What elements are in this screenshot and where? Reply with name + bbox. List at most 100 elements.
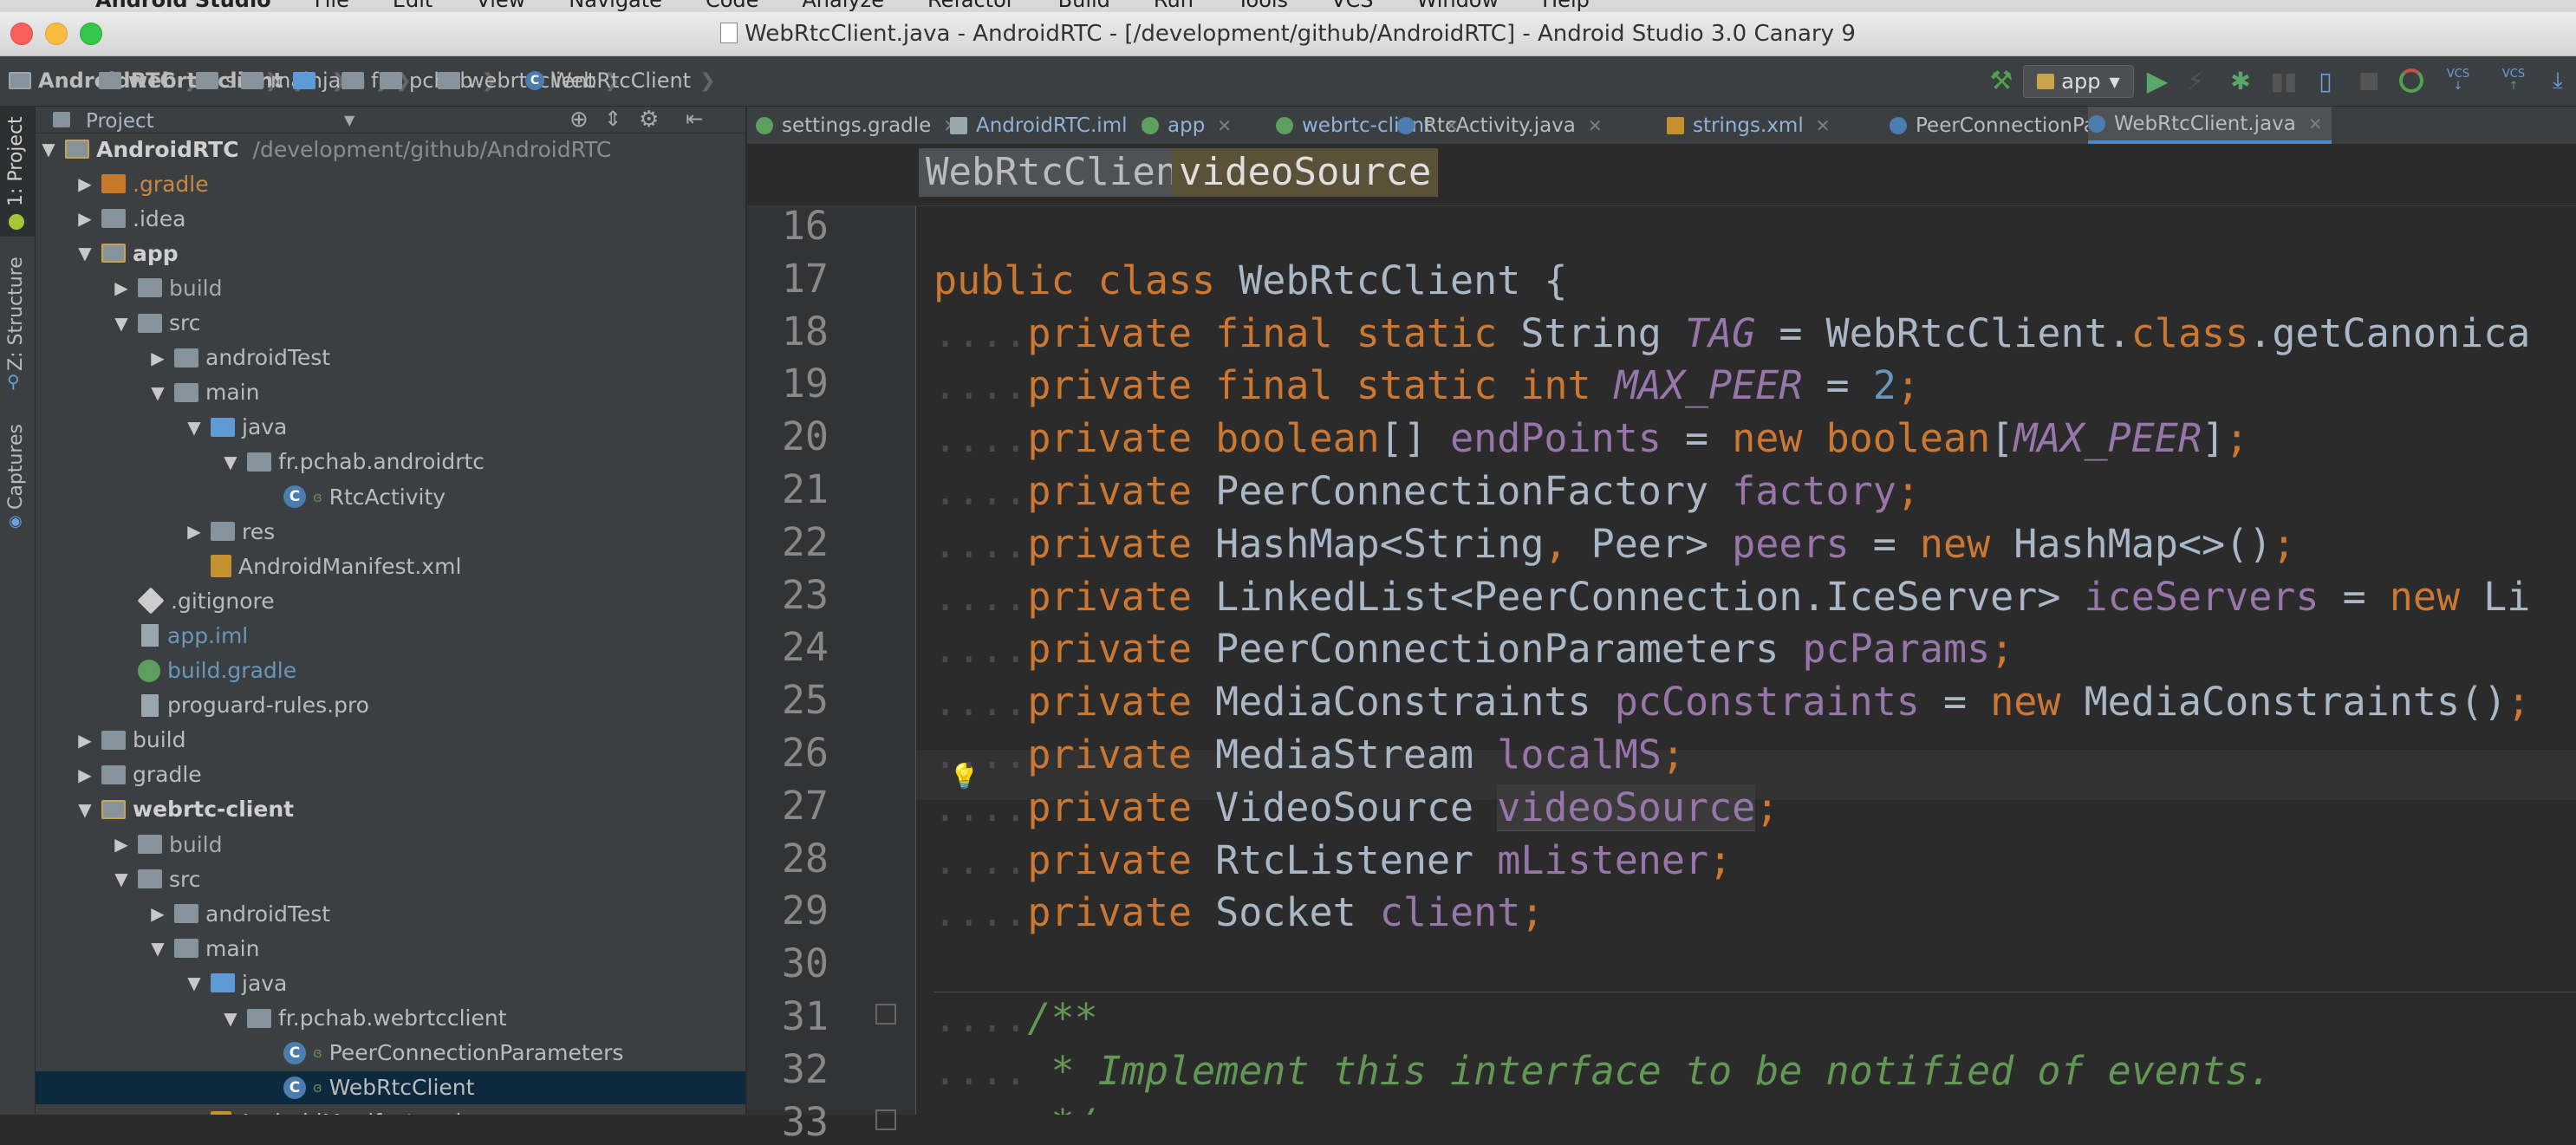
tab-project[interactable]: 1: Project	[0, 107, 35, 237]
expand-arrow-icon[interactable]: ▼	[37, 139, 60, 159]
expand-arrow-icon[interactable]: ▼	[110, 869, 133, 889]
editor-tab[interactable]: WebRtcClient.java ✕	[2088, 107, 2332, 144]
mac-menu-item[interactable]: Help	[1542, 0, 1590, 12]
expand-arrow-icon[interactable]: ▼	[146, 382, 169, 403]
run-config-select[interactable]: app ▼	[2023, 65, 2134, 98]
tree-item[interactable]: app.iml	[36, 619, 745, 652]
mac-menu-item[interactable]: VCS	[1331, 0, 1373, 12]
collapse-arrow-icon[interactable]: ▶	[74, 730, 96, 751]
close-icon[interactable]: ✕	[1588, 115, 1603, 136]
mac-menu-item[interactable]: Build	[1058, 0, 1110, 12]
tree-item[interactable]: ▼ src	[36, 307, 745, 340]
editor-tab[interactable]: app ✕	[1142, 107, 1240, 144]
tab-captures[interactable]: Captures ◉	[0, 393, 35, 549]
collapse-arrow-icon[interactable]: ▶	[183, 521, 205, 542]
tree-item[interactable]: ▼ src	[36, 862, 745, 895]
tree-item[interactable]: ▼ AndroidRTC/development/github/AndroidRT…	[36, 133, 745, 166]
tree-item[interactable]: Cɞ PeerConnectionParameters	[36, 1037, 745, 1070]
tree-item[interactable]: ▶ .gradle	[36, 167, 745, 200]
mac-menu-item[interactable]: Edit	[393, 0, 433, 12]
expand-arrow-icon[interactable]: ▼	[183, 973, 205, 993]
breadcrumb-class[interactable]: WebRtcClient	[919, 148, 1208, 197]
sdk-manager-icon[interactable]: ⤓	[2545, 65, 2571, 96]
tree-item[interactable]: ▼ java	[36, 411, 745, 444]
expand-arrow-icon[interactable]: ▼	[74, 799, 96, 820]
mac-menu-item[interactable]: Code	[706, 0, 758, 12]
tree-item[interactable]: ▶ .idea	[36, 202, 745, 235]
tree-item[interactable]: ▼ java	[36, 966, 745, 999]
tree-item[interactable]: ▶ build	[36, 724, 745, 757]
mac-menu-item[interactable]: View	[476, 0, 525, 12]
expand-arrow-icon[interactable]: ▼	[146, 938, 169, 959]
collapse-arrow-icon[interactable]: ▶	[110, 277, 133, 298]
hide-panel-icon[interactable]: ⇤	[686, 107, 703, 131]
tree-item[interactable]: ▶ gradle	[36, 758, 745, 791]
collapse-all-icon[interactable]: ⇕	[604, 107, 621, 131]
tree-item[interactable]: ▼ fr.pchab.androidrtc	[36, 446, 745, 478]
expand-arrow-icon[interactable]: ▼	[219, 1008, 242, 1029]
collapse-arrow-icon[interactable]: ▶	[74, 208, 96, 229]
tree-item[interactable]: Cɞ WebRtcClient	[36, 1070, 745, 1104]
tree-item[interactable]: ▶ build	[36, 271, 745, 304]
chevron-down-icon[interactable]: ▼	[344, 112, 355, 128]
expand-arrow-icon[interactable]: ▼	[219, 452, 242, 472]
collapse-arrow-icon[interactable]: ▶	[74, 173, 96, 194]
vcs-commit-icon[interactable]: VCS ↑	[2498, 65, 2529, 96]
collapse-arrow-icon[interactable]: ▶	[74, 764, 96, 785]
editor-tab[interactable]: settings.gradle✕	[756, 107, 966, 144]
vcs-update-icon[interactable]: VCS ↓	[2443, 65, 2474, 96]
mac-menu-item[interactable]: Navigate	[569, 0, 662, 12]
tree-item[interactable]: ▶ androidTest	[36, 897, 745, 930]
tree-item[interactable]: ▼ main	[36, 376, 745, 409]
tree-item[interactable]: proguard-rules.pro	[36, 689, 745, 722]
editor-tab[interactable]: AndroidRTC.iml✕	[950, 107, 1162, 144]
make-project-hammer-icon[interactable]: ⚒	[1988, 65, 2014, 96]
sync-gradle-icon[interactable]	[2394, 65, 2429, 96]
apply-changes-icon[interactable]: ⚡	[2182, 65, 2208, 96]
gear-icon[interactable]: ⚙	[639, 107, 659, 133]
editor-tab[interactable]: strings.xml ✕	[1667, 107, 1839, 144]
fold-marker-icon[interactable]	[875, 1004, 896, 1025]
attach-debugger-icon[interactable]: ▯	[2311, 65, 2340, 96]
debug-icon[interactable]: ✱	[2226, 65, 2255, 96]
navbar-crumb[interactable]: C WebRtcClient ❯	[525, 63, 716, 98]
tree-item[interactable]: .gitignore	[36, 584, 745, 617]
stop-icon[interactable]: ■	[2354, 65, 2384, 96]
mac-menu-item[interactable]: Refactor	[927, 0, 1015, 12]
collapse-arrow-icon[interactable]: ▶	[110, 834, 133, 855]
close-icon[interactable]: ✕	[1217, 115, 1232, 136]
mac-menu-item[interactable]: File	[315, 0, 349, 12]
tree-item[interactable]: AndroidManifest.xml	[36, 550, 745, 582]
tree-item[interactable]: Cɞ RtcActivity	[36, 480, 745, 513]
mac-menu-item[interactable]: Android Studio	[95, 0, 271, 12]
mac-menu-item[interactable]: Run	[1154, 0, 1194, 12]
tree-item[interactable]: ▼ webrtc-client	[36, 793, 745, 826]
close-icon[interactable]: ✕	[2308, 114, 2323, 134]
run-icon[interactable]: ▶	[2143, 64, 2172, 97]
code-editor[interactable]: 💡 public class WebRtcClient {....private…	[916, 206, 2576, 1115]
close-icon[interactable]: ✕	[1816, 115, 1831, 136]
mac-menu-item[interactable]: Window	[1416, 0, 1499, 12]
expand-arrow-icon[interactable]: ▼	[74, 243, 96, 263]
mac-menu-item[interactable]: Analyze	[802, 0, 884, 12]
expand-arrow-icon[interactable]: ▼	[183, 417, 205, 438]
profile-icon[interactable]: ▮▮	[2269, 65, 2299, 96]
collapse-arrow-icon[interactable]: ▶	[146, 348, 169, 368]
collapse-arrow-icon[interactable]: ▶	[146, 903, 169, 924]
tree-item[interactable]: ▼ fr.pchab.webrtcclient	[36, 1002, 745, 1035]
editor-tab[interactable]: RtcActivity.java ✕	[1397, 107, 1611, 144]
tree-item[interactable]: ▶ build	[36, 828, 745, 861]
tab-structure[interactable]: Z: Structure ⚲	[0, 241, 35, 392]
tree-item[interactable]: AndroidManifest.xml	[36, 1106, 745, 1115]
expand-arrow-icon[interactable]: ▼	[110, 313, 133, 334]
breadcrumb-field[interactable]: videoSource	[1172, 148, 1439, 197]
mac-menu-item[interactable]: Tools	[1237, 0, 1288, 12]
tree-item[interactable]: build.gradle	[36, 654, 745, 687]
tree-item[interactable]: ▶ androidTest	[36, 342, 745, 374]
scroll-from-source-icon[interactable]: ⊕	[569, 107, 589, 133]
tree-item[interactable]: ▼ main	[36, 932, 745, 965]
tree-item[interactable]: ▼ app	[36, 237, 745, 270]
fold-marker-icon[interactable]	[875, 1109, 896, 1130]
project-view-select[interactable]: Project	[86, 110, 154, 133]
tree-item[interactable]: ▶ res	[36, 515, 745, 548]
